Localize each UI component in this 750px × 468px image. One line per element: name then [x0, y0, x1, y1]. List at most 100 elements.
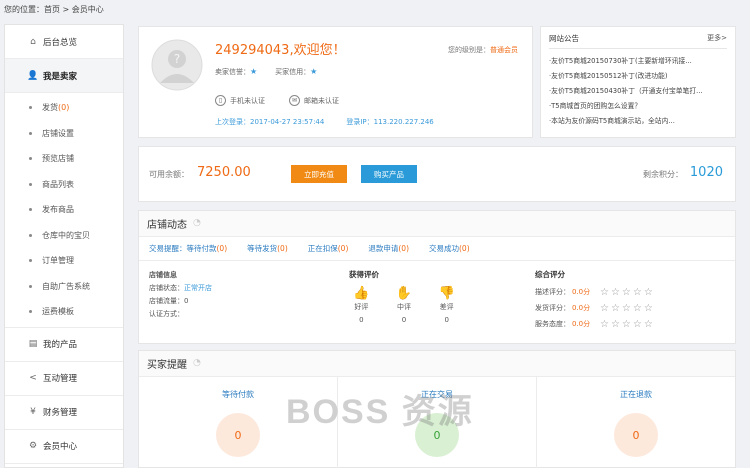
tab-refund-requests[interactable]: 退款申请(0) [368, 243, 409, 254]
sidebar-item-label: 我的产品 [43, 340, 78, 350]
notice-item[interactable]: ·友价T5商城20150512补丁(改进功能) [549, 69, 727, 84]
tab-in-escrow[interactable]: 正在扣保(0) [308, 243, 349, 254]
yen-icon: ¥ [30, 407, 36, 417]
submenu-label: 发布商品 [42, 205, 74, 215]
notice-item[interactable]: ·友价T5商城20150430补丁（开通支付宝单笔打... [549, 84, 727, 99]
score-row: 发货评分： 0.0分 ☆☆☆☆☆ [535, 300, 655, 316]
shop-status-label: 店铺状态： [149, 284, 184, 292]
submenu-item-publish-product[interactable]: 发布商品 [5, 197, 123, 223]
avatar[interactable]: ? [151, 39, 203, 91]
svg-text:?: ? [174, 52, 180, 66]
sidebar-item-seller[interactable]: 👤 我是卖家 [5, 59, 123, 93]
section-title: 买家提醒 [147, 360, 187, 371]
section-title: 店铺动态 [147, 220, 187, 231]
notice-card: 网站公告 更多> ·友价T5商城20150730补丁(主要新增环讯接... ·友… [540, 26, 736, 138]
star-rating-icon: ☆☆☆☆☆ [600, 318, 655, 330]
buy-product-button[interactable]: 购买产品 [361, 165, 417, 183]
submenu-item-freight[interactable]: 运费模板 [5, 299, 123, 325]
tab-awaiting-shipment[interactable]: 等待发货(0) [247, 243, 288, 254]
user-icon: 👤 [27, 70, 39, 81]
star-rating-icon: ☆☆☆☆☆ [600, 302, 655, 314]
shop-auth: 认证方式： [149, 310, 184, 318]
points-value: 1020 [689, 165, 723, 180]
notice-title: 网站公告 [549, 34, 579, 43]
submenu-label: 发货 [42, 103, 58, 113]
email-verify-label: 邮箱未认证 [304, 96, 339, 105]
ship-count: (0) [58, 103, 70, 113]
sidebar-item-label: 互动管理 [43, 374, 78, 384]
buyer-awaiting-payment[interactable]: 等待付款 0 [139, 377, 338, 468]
shop-traffic: 店铺流量：0 [149, 297, 189, 305]
submenu-item-product-list[interactable]: 商品列表 [5, 172, 123, 198]
tab-count: (0) [398, 244, 409, 253]
shop-dynamics-header: 店铺动态 ◔ [139, 211, 735, 237]
credit-row: 卖家信誉：★ 买家信用：★ [215, 67, 317, 77]
submenu-item-ads[interactable]: 自助广告系统 [5, 274, 123, 300]
breadcrumb-home-link[interactable]: 首页 [44, 5, 60, 14]
submenu-item-orders[interactable]: 订单管理 [5, 248, 123, 274]
bullet-icon [29, 310, 32, 314]
shop-status-value: 正常开店 [184, 284, 212, 292]
tab-label: 正在扣保 [307, 244, 338, 253]
shop-info: 店铺信息 店铺状态：正常开店 店铺流量：0 认证方式： [149, 269, 212, 321]
grade-label: 您的级别是： [448, 46, 490, 54]
notice-more-link[interactable]: 更多> [707, 33, 727, 44]
tab-count: (0) [337, 244, 349, 253]
rating-count: 0 [401, 316, 407, 324]
bullet-icon [29, 233, 32, 237]
reminder-count-badge: 0 [216, 413, 260, 457]
balance-value: 7250.00 [197, 165, 251, 180]
reminder-label: 等待付款 [222, 390, 254, 399]
phone-icon: ▯ [215, 95, 226, 106]
notice-item[interactable]: ·本站为友价源码T5商城演示站，全站内... [549, 114, 727, 129]
submenu-label: 仓库中的宝贝 [42, 230, 90, 240]
star-rating-icon: ☆☆☆☆☆ [600, 286, 655, 298]
phone-verify-link[interactable]: ▯ 手机未认证 [215, 95, 265, 106]
recharge-button[interactable]: 立即充值 [291, 165, 347, 183]
rating-bad[interactable]: 👎 差评 0 [434, 286, 459, 324]
sidebar-item-label: 会员中心 [43, 442, 78, 452]
email-verify-link[interactable]: ✉ 邮箱未认证 [289, 95, 339, 106]
score-value: 0.0分 [572, 288, 591, 296]
rating-label: 中评 [397, 303, 411, 311]
score-label: 发货评分： [535, 304, 570, 312]
rating-count: 0 [359, 316, 364, 324]
notice-header: 网站公告 更多> [549, 33, 727, 49]
submenu-item-warehouse[interactable]: 仓库中的宝贝 [5, 223, 123, 249]
sidebar-item-overview[interactable]: ⌂ 后台总览 [5, 25, 123, 59]
ratings-title: 获得评价 [349, 270, 379, 279]
tab-label: 交易成功 [429, 244, 459, 253]
sidebar-item-my-products[interactable]: ▤ 我的产品 [5, 328, 123, 362]
ratings: 获得评价 👍 好评 0 ✋ 中评 0 👎 差评 0 [349, 269, 459, 324]
score-value: 0.0分 [572, 304, 591, 312]
balance-label: 可用余额： [149, 170, 189, 179]
submenu-item-shop-settings[interactable]: 店铺设置 [5, 121, 123, 147]
seller-credit: 卖家信誉：★ [215, 67, 257, 77]
tab-completed[interactable]: 交易成功(0) [429, 243, 470, 254]
shop-info-title: 店铺信息 [149, 271, 177, 279]
sidebar-item-finance[interactable]: ¥ 财务管理 [5, 396, 123, 430]
sidebar-item-label: 后台总览 [43, 37, 78, 48]
rating-neutral[interactable]: ✋ 中评 0 [392, 286, 417, 324]
tab-count: (0) [459, 244, 470, 253]
submenu-item-preview-shop[interactable]: 预览店铺 [5, 146, 123, 172]
profile-card: ? 249294043,欢迎您！ 您的级别是：普通会员 卖家信誉：★ 买家信用：… [138, 26, 533, 138]
buyer-refunding[interactable]: 正在退款 0 [537, 377, 735, 468]
last-login: 上次登录：2017-04-27 23:57:44 [215, 118, 325, 126]
star-icon: ★ [250, 67, 258, 76]
notice-item[interactable]: ·友价T5商城20150730补丁(主要新增环讯接... [549, 54, 727, 69]
sidebar-item-member-center[interactable]: ⚙ 会员中心 [5, 430, 123, 464]
submenu-label: 预览店铺 [42, 154, 74, 164]
overall-score: 综合评分 描述评分： 0.0分 ☆☆☆☆☆ 发货评分： 0.0分 ☆☆☆☆☆ 服务态度：… [535, 269, 655, 332]
notice-list: ·友价T5商城20150730补丁(主要新增环讯接... ·友价T5商城2015… [549, 54, 727, 129]
sidebar-item-interaction[interactable]: < 互动管理 [5, 362, 123, 396]
submenu-label: 运费模板 [42, 307, 74, 317]
tab-awaiting-payment[interactable]: 交易提醒：等待付款(0) [149, 243, 227, 254]
buyer-in-trade[interactable]: 正在交易 0 [338, 377, 537, 468]
bullet-icon [29, 208, 32, 212]
buyer-credit: 买家信用：★ [275, 67, 317, 77]
rating-good[interactable]: 👍 好评 0 [349, 286, 374, 324]
notice-item[interactable]: ·T5商城首页的团购怎么设置？ [549, 99, 727, 114]
star-icon: ★ [310, 67, 318, 76]
submenu-item-ship[interactable]: 发货 (0) [5, 95, 123, 121]
